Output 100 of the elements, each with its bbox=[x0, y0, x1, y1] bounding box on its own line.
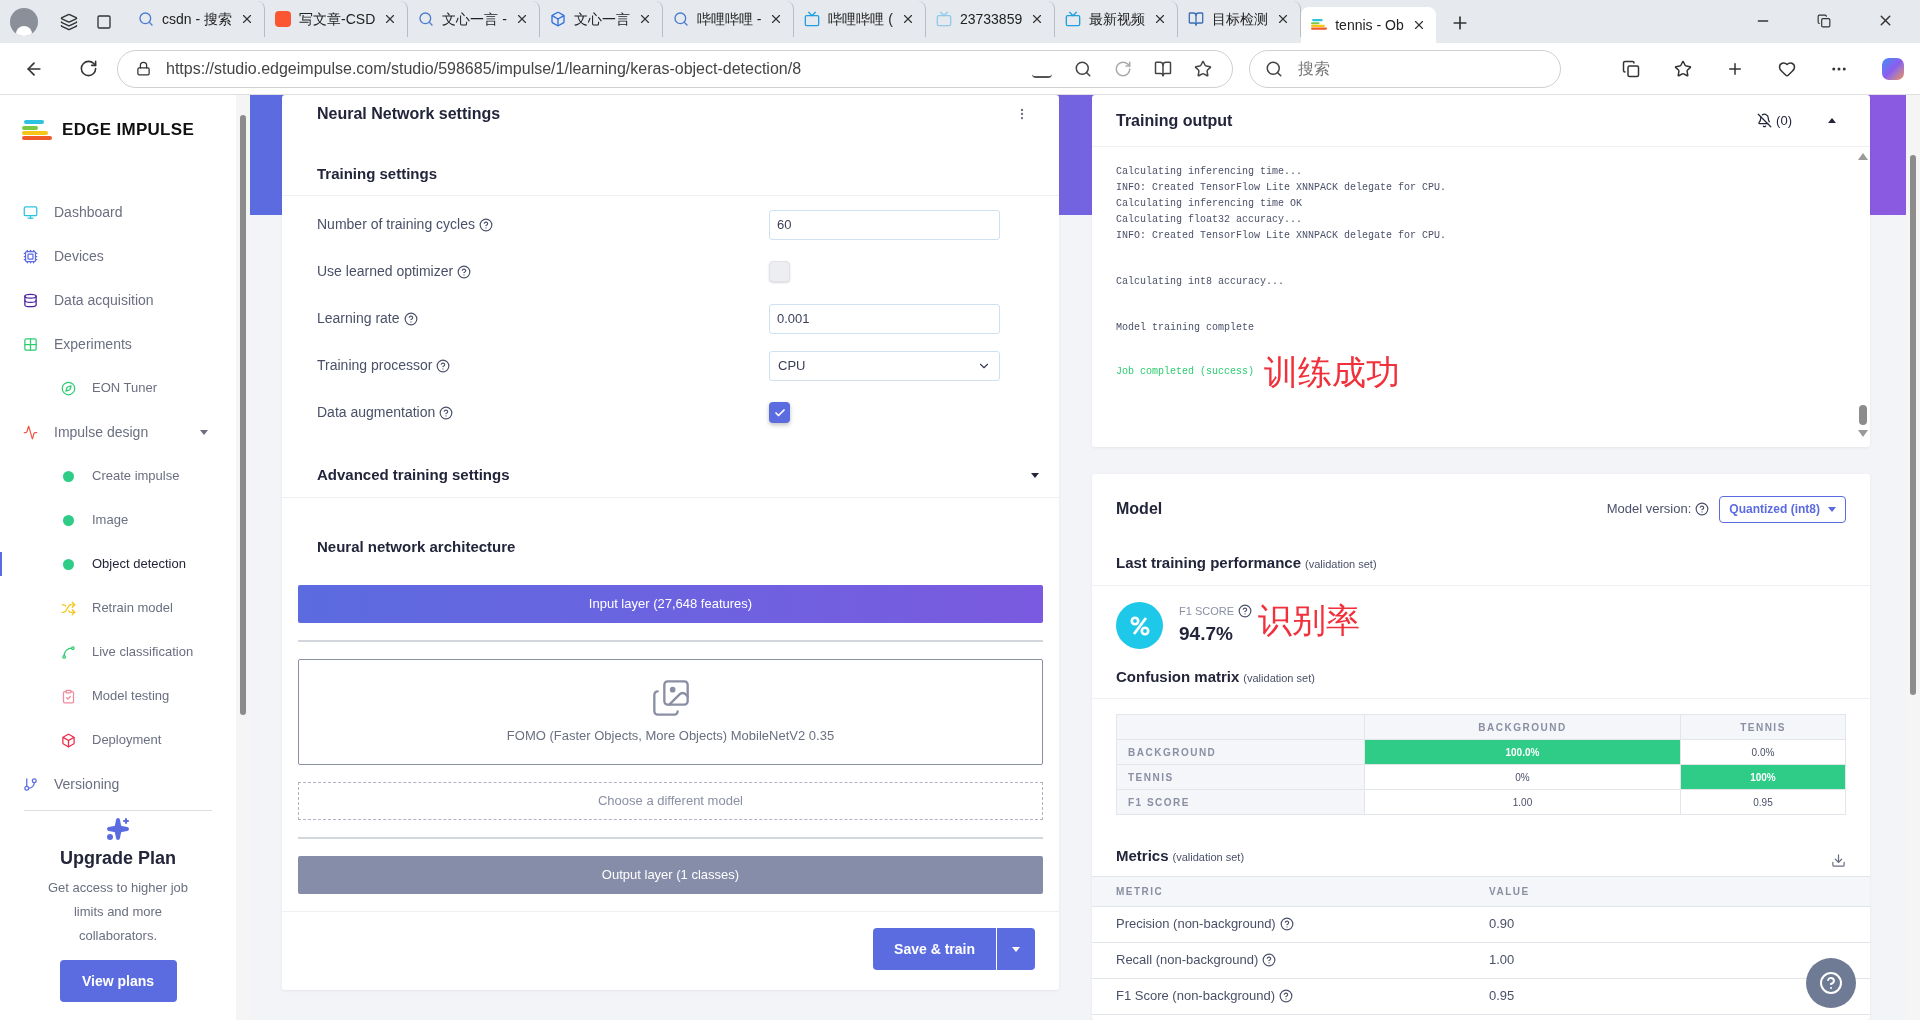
search-icon bbox=[1265, 59, 1283, 78]
metric-name: Precision (non-background) bbox=[1092, 914, 1489, 934]
output-layer-bar[interactable]: Output layer (1 classes) bbox=[298, 856, 1043, 894]
search-field[interactable]: 搜索 bbox=[1249, 49, 1561, 88]
section-title: Metrics bbox=[1116, 846, 1169, 866]
reload-icon[interactable] bbox=[79, 59, 98, 78]
log-line: Calculating inferencing time OK bbox=[1116, 197, 1304, 211]
profile-icon[interactable] bbox=[10, 8, 38, 36]
nav-item[interactable]: Deployment bbox=[0, 718, 210, 762]
metric-value: 94.7% bbox=[1179, 621, 1234, 646]
checkbox[interactable] bbox=[769, 402, 790, 423]
log-line: INFO: Created TensorFlow Lite XNNPACK delegate for CPU. bbox=[1116, 229, 1448, 243]
curve-icon bbox=[60, 644, 76, 660]
section-title: Last training performance bbox=[1116, 553, 1302, 573]
scrollbar[interactable] bbox=[236, 95, 250, 1020]
close-icon[interactable] bbox=[240, 12, 254, 26]
version-dropdown[interactable]: Quantized (int8) bbox=[1719, 495, 1846, 523]
processor-select[interactable]: CPU bbox=[769, 350, 1000, 381]
metric-label: F1 SCORE bbox=[1179, 603, 1252, 620]
help-icon[interactable] bbox=[1695, 502, 1710, 516]
compass-icon bbox=[60, 380, 76, 396]
nav-item[interactable]: Create impulse bbox=[0, 454, 210, 498]
nav-item[interactable]: Dashboard bbox=[0, 190, 210, 234]
row-header: TENNIS bbox=[1116, 764, 1365, 790]
nav-item[interactable]: Versioning bbox=[0, 762, 210, 806]
help-icon[interactable] bbox=[1279, 917, 1294, 931]
nav-item[interactable]: Retrain model bbox=[0, 586, 210, 630]
log-line: Calculating float32 accuracy... bbox=[1116, 213, 1304, 227]
browser-tab[interactable]: 文心一言 - bbox=[408, 1, 540, 37]
read-aloud-icon[interactable] bbox=[1154, 59, 1172, 78]
text-field[interactable]: 60 bbox=[769, 209, 1000, 240]
site-icon bbox=[275, 11, 291, 27]
url-text: https://studio.edgeimpulse.com/studio/598685/impulse/1/learning/keras-object-detection/8 bbox=[166, 58, 803, 79]
view-plans-button[interactable]: View plans bbox=[59, 960, 177, 1002]
lock-icon bbox=[136, 61, 151, 76]
health-icon[interactable] bbox=[1778, 59, 1796, 78]
browser-tab[interactable]: csdn - 搜索 bbox=[128, 1, 265, 37]
table-cell: 100.0% bbox=[1364, 739, 1681, 765]
restore-icon[interactable] bbox=[1817, 13, 1831, 28]
column-header: METRIC bbox=[1115, 884, 1165, 899]
choose-model-button[interactable]: Choose a different model bbox=[298, 782, 1043, 820]
upgrade-title: Upgrade Plan bbox=[60, 847, 176, 870]
copilot-icon[interactable] bbox=[1882, 57, 1904, 80]
help-icon[interactable] bbox=[478, 217, 493, 232]
database-icon bbox=[22, 292, 38, 308]
help-icon[interactable] bbox=[439, 405, 454, 420]
favorite-icon[interactable] bbox=[1194, 59, 1212, 78]
browser-tab[interactable]: 哔哩哔哩 - bbox=[662, 1, 795, 37]
save-train-button[interactable]: Save & train bbox=[873, 928, 996, 970]
nav-item[interactable]: Data acquisition bbox=[0, 278, 210, 322]
help-icon[interactable] bbox=[457, 264, 472, 279]
download-icon[interactable] bbox=[1831, 852, 1846, 868]
help-icon[interactable] bbox=[1238, 604, 1252, 619]
field-label: Use learned optimizer bbox=[317, 261, 769, 282]
nav-item[interactable]: Model testing bbox=[0, 674, 210, 718]
section-note: (validation set) bbox=[1305, 557, 1377, 572]
nav-item[interactable]: Impulse design bbox=[0, 410, 210, 454]
metric-value: 0.95 bbox=[1489, 987, 1515, 1006]
metric-value: 0.90 bbox=[1489, 915, 1515, 934]
favorites-icon[interactable] bbox=[1674, 59, 1692, 78]
section-title: Advanced training settings bbox=[317, 465, 510, 486]
annotation-text: 识别率 bbox=[1258, 599, 1360, 642]
cube-icon bbox=[549, 11, 566, 27]
caret-icon[interactable] bbox=[1828, 118, 1836, 123]
row-header: BACKGROUND bbox=[1116, 739, 1365, 765]
bell-off-icon[interactable] bbox=[1757, 113, 1773, 128]
browser-tab[interactable]: tennis - Ob bbox=[1301, 7, 1436, 43]
tv-icon bbox=[804, 11, 821, 27]
browser-tab[interactable]: 23733859 bbox=[925, 1, 1056, 37]
nav-item[interactable]: Object detection bbox=[0, 542, 210, 586]
input-layer-bar[interactable]: Input layer (27,648 features) bbox=[298, 585, 1043, 623]
chip-icon bbox=[22, 248, 38, 264]
text-field[interactable]: 0.001 bbox=[769, 303, 1000, 334]
nav-item[interactable]: EON Tuner bbox=[0, 366, 210, 410]
advanced-settings-header[interactable]: Advanced training settings bbox=[282, 454, 1059, 498]
help-icon[interactable] bbox=[1279, 989, 1293, 1003]
help-icon[interactable] bbox=[1262, 953, 1277, 967]
tab-actions-icon[interactable] bbox=[96, 14, 112, 30]
nav-item[interactable]: Devices bbox=[0, 234, 210, 278]
cube-icon bbox=[60, 732, 76, 748]
zoom-icon[interactable] bbox=[1074, 59, 1092, 78]
browser-tab[interactable]: 写文章-CSD bbox=[265, 1, 409, 37]
shuffle-icon bbox=[60, 600, 76, 616]
checkbox[interactable] bbox=[769, 261, 790, 282]
nav-item[interactable]: Experiments bbox=[0, 322, 210, 366]
nav-item[interactable]: Live classification bbox=[0, 630, 210, 674]
help-icon bbox=[1819, 971, 1843, 995]
browser-tab[interactable]: 最新视频 bbox=[1055, 1, 1179, 37]
field-label: Learning rate bbox=[317, 308, 769, 329]
model-name: FOMO (Faster Objects, More Objects) MobileNetV2 0.35 bbox=[506, 727, 835, 746]
help-icon[interactable] bbox=[403, 311, 418, 326]
model-block[interactable]: FOMO (Faster Objects, More Objects) MobileNetV2 0.35 bbox=[298, 659, 1043, 765]
split-screen-icon[interactable] bbox=[1622, 59, 1640, 78]
browser-tab[interactable]: 哔哩哔哩 ( bbox=[794, 1, 926, 37]
nav-item[interactable]: Image bbox=[0, 498, 210, 542]
table-cell: 100% bbox=[1680, 764, 1846, 790]
workspaces-icon[interactable] bbox=[60, 13, 78, 31]
help-icon[interactable] bbox=[436, 358, 451, 373]
browser-tab[interactable]: 文心一言 bbox=[539, 1, 663, 37]
section-title: Training settings bbox=[317, 163, 437, 184]
